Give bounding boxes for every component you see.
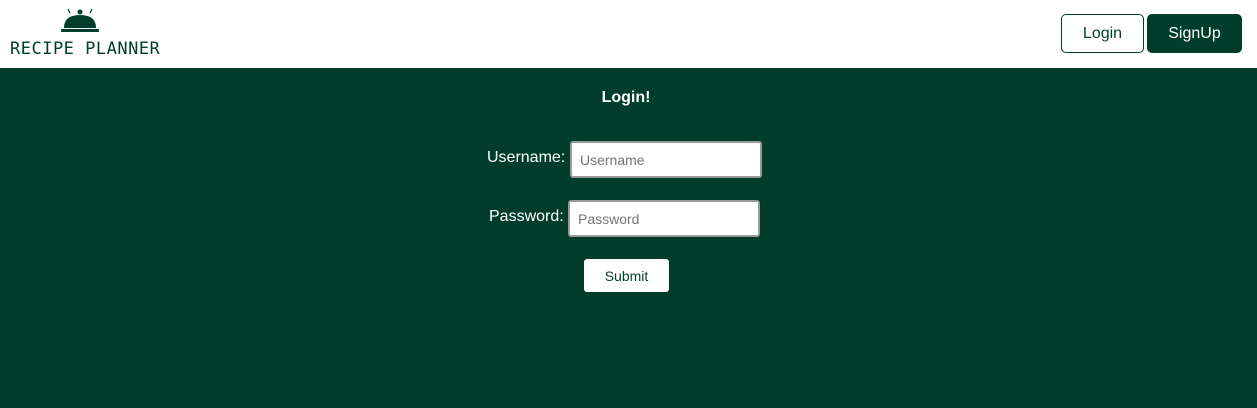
nav-login-button[interactable]: Login (1061, 14, 1144, 53)
brand-logo[interactable]: RECIPE PLANNER (10, 6, 160, 62)
username-input[interactable] (570, 141, 762, 178)
brand-name: RECIPE PLANNER (10, 39, 161, 59)
submit-button[interactable]: Submit (584, 259, 669, 292)
password-input[interactable] (568, 200, 760, 237)
username-label: Username: (487, 149, 566, 166)
nav-signup-button[interactable]: SignUp (1147, 14, 1242, 53)
cloche-icon (61, 8, 99, 32)
password-label: Password: (489, 208, 564, 225)
form-title: Login! (601, 89, 651, 106)
nav-buttons: Login SignUp (1061, 14, 1242, 53)
login-section: Login! Username: Password: Submit (0, 68, 1257, 408)
navbar: RECIPE PLANNER Login SignUp (0, 0, 1257, 68)
